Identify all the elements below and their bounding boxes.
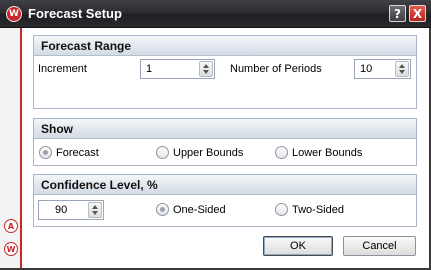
periods-value[interactable]: 10 [360, 63, 372, 75]
window-title: Forecast Setup [28, 6, 122, 21]
increment-stepper[interactable]: 1 [140, 59, 215, 79]
radio-button-icon[interactable] [275, 146, 288, 159]
confidence-value[interactable]: 90 [55, 204, 67, 216]
confidence-level-header: Confidence Level, % [34, 175, 416, 195]
radio-two-sided-label: Two-Sided [292, 203, 344, 216]
confidence-stepper[interactable]: 90 [38, 200, 104, 220]
left-sidebar: A W [0, 28, 22, 270]
close-button[interactable]: X [409, 5, 426, 22]
radio-forecast[interactable]: Forecast [39, 146, 99, 159]
help-button[interactable]: ? [389, 5, 406, 22]
w-logo-icon: W [4, 242, 18, 256]
title-bar: W Forecast Setup ? X [0, 0, 431, 28]
spin-up-icon[interactable] [399, 64, 405, 68]
cancel-button[interactable]: Cancel [343, 236, 416, 256]
app-logo-icon: W [6, 6, 22, 22]
a-badge-icon: A [4, 219, 18, 233]
radio-button-icon[interactable] [156, 203, 169, 216]
radio-lower-bounds[interactable]: Lower Bounds [275, 146, 362, 159]
increment-spin-arrows[interactable] [199, 61, 213, 77]
radio-lower-bounds-label: Lower Bounds [292, 146, 363, 159]
increment-label: Increment [38, 63, 87, 75]
spin-up-icon[interactable] [92, 205, 98, 209]
confidence-spin-arrows[interactable] [88, 202, 102, 218]
radio-upper-bounds[interactable]: Upper Bounds [156, 146, 243, 159]
radio-button-icon[interactable] [275, 203, 288, 216]
periods-stepper[interactable]: 10 [354, 59, 411, 79]
radio-button-icon[interactable] [156, 146, 169, 159]
radio-upper-bounds-label: Upper Bounds [173, 146, 244, 159]
radio-two-sided[interactable]: Two-Sided [275, 203, 344, 216]
spin-down-icon[interactable] [92, 211, 98, 215]
radio-one-sided[interactable]: One-Sided [156, 203, 226, 216]
spin-up-icon[interactable] [203, 64, 209, 68]
increment-value[interactable]: 1 [146, 63, 152, 75]
forecast-range-header: Forecast Range [34, 36, 416, 56]
periods-label: Number of Periods [230, 63, 322, 75]
ok-button[interactable]: OK [263, 236, 333, 256]
spin-down-icon[interactable] [399, 70, 405, 74]
radio-button-icon[interactable] [39, 146, 52, 159]
spin-down-icon[interactable] [203, 70, 209, 74]
radio-forecast-label: Forecast [56, 146, 99, 159]
radio-one-sided-label: One-Sided [173, 203, 226, 216]
show-header: Show [34, 119, 416, 139]
periods-spin-arrows[interactable] [395, 61, 409, 77]
